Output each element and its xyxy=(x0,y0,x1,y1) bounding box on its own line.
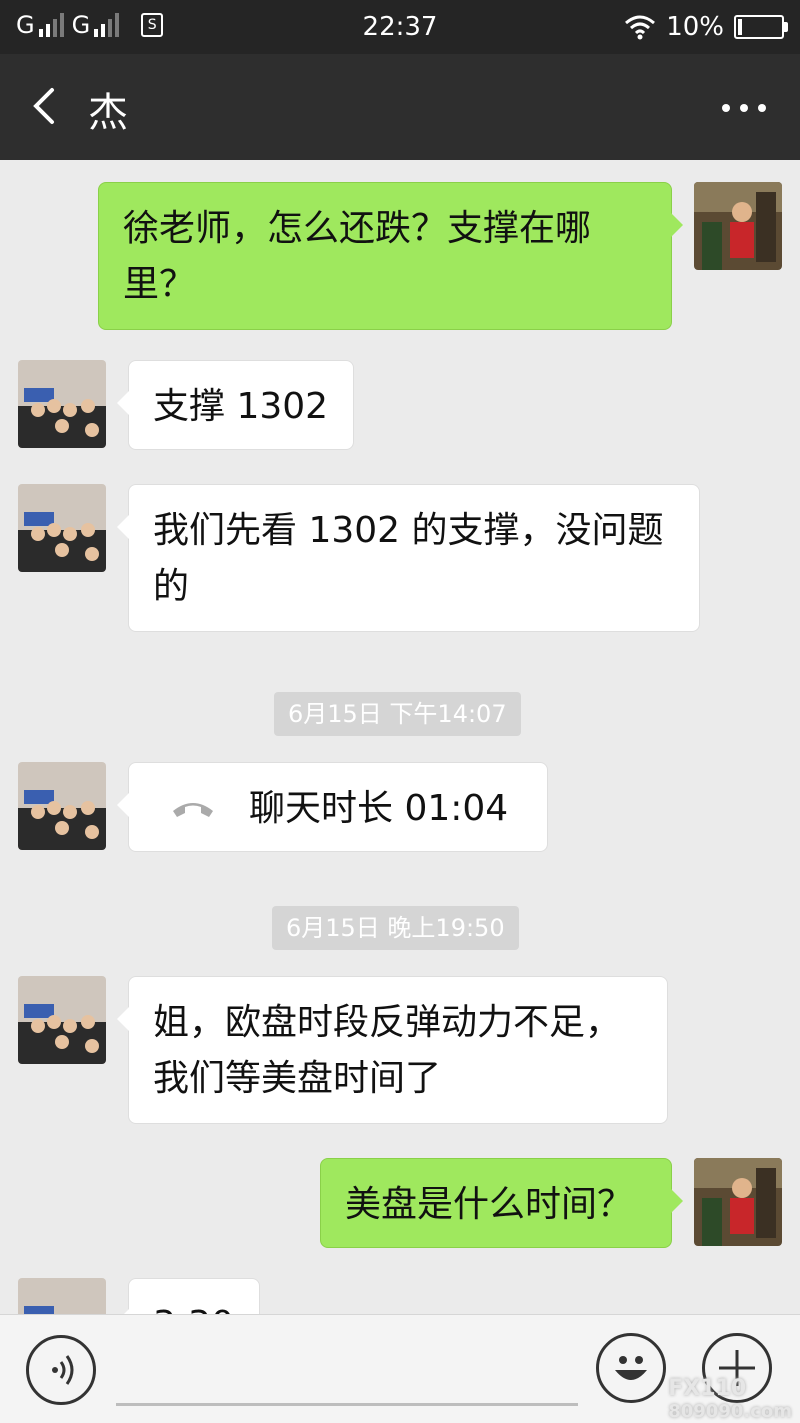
message-text: 支撑 1302 xyxy=(153,386,329,427)
message-text: 我们先看 1302 的支撑，没问题的 xyxy=(153,510,664,607)
watermark-logo: FX110 xyxy=(668,1376,747,1401)
message-bubble[interactable]: 支撑 1302 xyxy=(117,360,354,450)
more-options-icon[interactable] xyxy=(718,90,770,126)
message-text: 3:30 xyxy=(153,1304,234,1314)
contact-avatar[interactable] xyxy=(18,1278,106,1314)
back-arrow-icon[interactable] xyxy=(24,84,68,128)
call-duration-text: 聊天时长 01:04 xyxy=(249,788,509,829)
message-text: 美盘是什么时间？ xyxy=(345,1184,634,1225)
status-bar: G G S 22:37 10% xyxy=(0,0,800,54)
message-input[interactable] xyxy=(116,1403,578,1406)
contact-avatar[interactable] xyxy=(18,484,106,572)
voice-icon[interactable] xyxy=(26,1335,96,1405)
my-avatar[interactable] xyxy=(694,182,782,270)
my-avatar[interactable] xyxy=(694,1158,782,1246)
contact-name: 杰 xyxy=(88,90,128,136)
message-bubble[interactable]: 姐，欧盘时段反弹动力不足，我们等美盘时间了 xyxy=(117,976,668,1124)
battery-percent: 10% xyxy=(666,12,724,42)
call-record-bubble[interactable]: 聊天时长 01:04 xyxy=(117,762,548,852)
message-bubble[interactable]: 3:30 xyxy=(117,1278,260,1314)
message-bubble[interactable]: 美盘是什么时间？ xyxy=(320,1158,683,1248)
message-bubble[interactable]: 徐老师，怎么还跌？支撑在哪里？ xyxy=(98,182,683,330)
chat-area[interactable]: 徐老师，怎么还跌？支撑在哪里？ 支撑 1302 我们先看 1302 的支撑，没问… xyxy=(0,160,800,1314)
watermark: FX110 809090.com xyxy=(668,1376,792,1422)
contact-avatar[interactable] xyxy=(18,762,106,850)
contact-avatar[interactable] xyxy=(18,976,106,1064)
wifi-icon xyxy=(625,15,656,40)
battery-icon xyxy=(734,15,788,39)
timestamp: 6月15日 下午14:07 xyxy=(274,692,521,736)
message-text: 徐老师，怎么还跌？支撑在哪里？ xyxy=(123,208,592,305)
message-text: 姐，欧盘时段反弹动力不足，我们等美盘时间了 xyxy=(153,1002,622,1099)
phone-icon xyxy=(173,803,213,817)
contact-avatar[interactable] xyxy=(18,360,106,448)
watermark-url: 809090.com xyxy=(668,1401,792,1422)
emoji-icon[interactable] xyxy=(596,1333,666,1403)
chat-header: 杰 xyxy=(0,54,800,160)
message-bubble[interactable]: 我们先看 1302 的支撑，没问题的 xyxy=(117,484,700,632)
timestamp: 6月15日 晚上19:50 xyxy=(272,906,519,950)
